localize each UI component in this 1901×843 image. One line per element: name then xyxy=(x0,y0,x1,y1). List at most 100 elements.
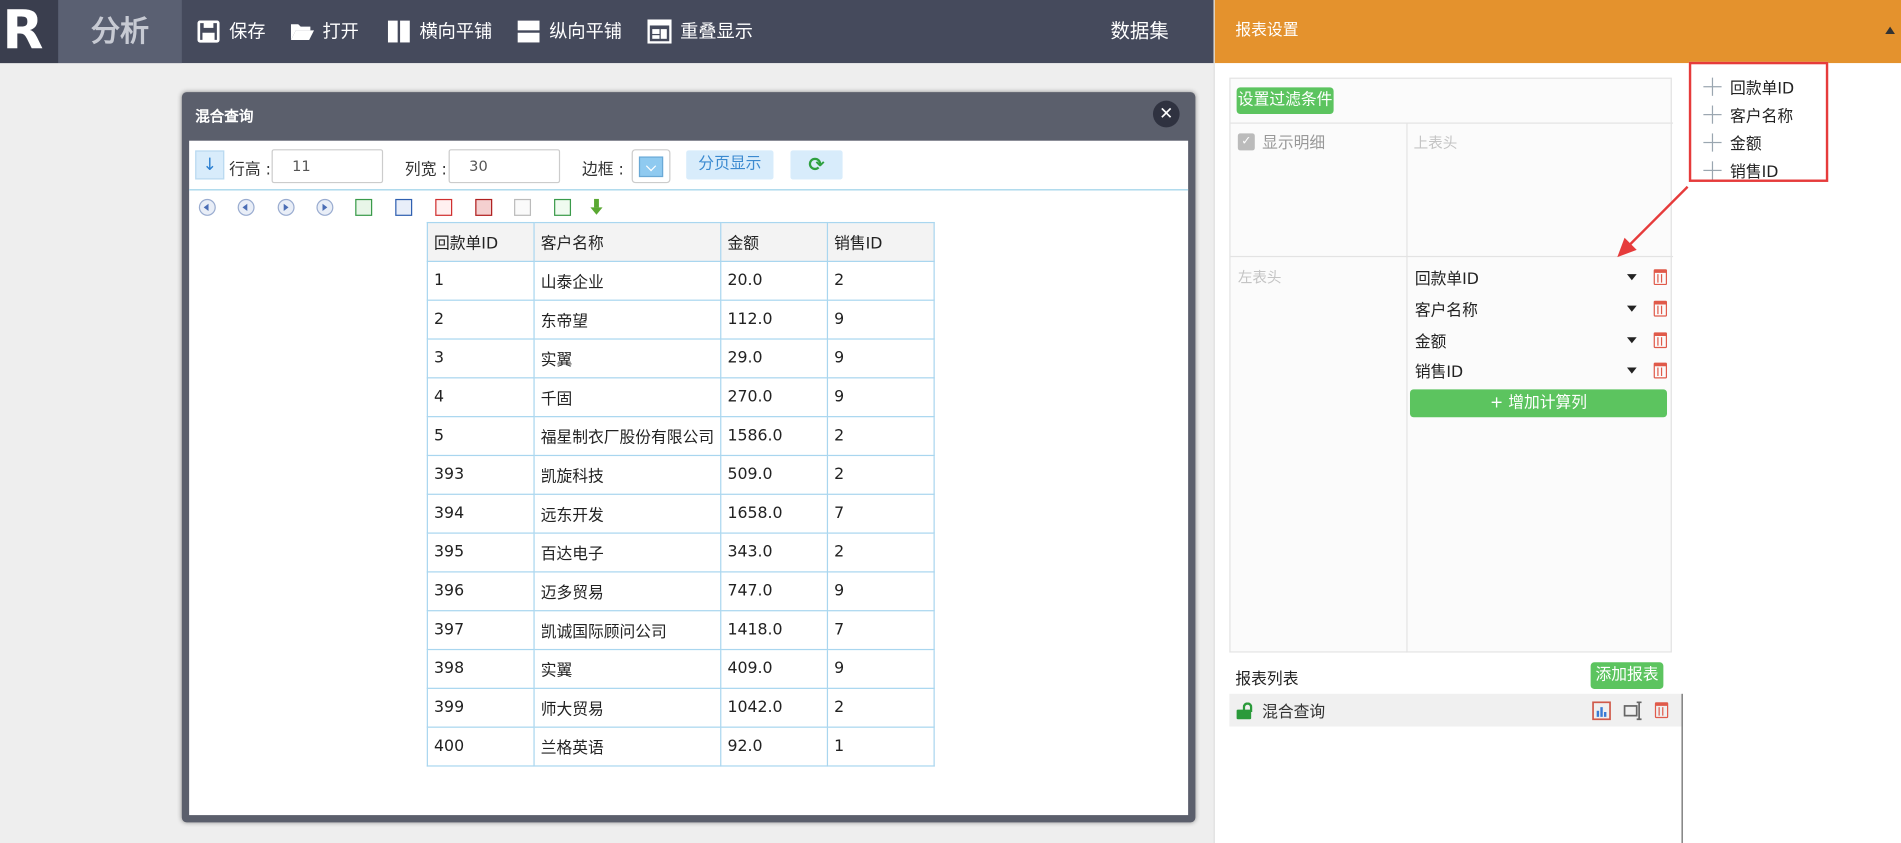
edit-icon[interactable] xyxy=(1623,700,1642,720)
column-header[interactable]: 金额 xyxy=(720,221,829,262)
table-row[interactable]: 396 迈多贸易 747.0 9 xyxy=(426,571,935,612)
show-detail-label: 显示明细 xyxy=(1262,134,1326,153)
dataset-tab[interactable]: 数据集 xyxy=(1111,0,1169,63)
column-header[interactable]: 回款单ID xyxy=(426,221,535,262)
table-row[interactable]: 400 兰格英语 92.0 1 xyxy=(426,726,935,767)
table-cell: 2 xyxy=(826,532,935,573)
table-row[interactable]: 399 师大贸易 1042.0 2 xyxy=(426,687,935,728)
pivot-config: 设置过滤条件 ✓ 显示明细 上表头 左表头 回款单ID 客户名称 金额 销售ID… xyxy=(1229,77,1674,653)
field-row[interactable]: 销售ID xyxy=(1412,354,1668,386)
table-cell: 2 xyxy=(826,416,935,457)
table-row[interactable]: 4 千固 270.0 9 xyxy=(426,377,935,418)
unlock-icon[interactable] xyxy=(1236,701,1254,719)
save-label: 保存 xyxy=(229,20,266,43)
col-width-label: 列宽 : xyxy=(404,161,447,180)
table-cell: 2 xyxy=(826,454,935,495)
filter-button[interactable]: 设置过滤条件 xyxy=(1236,87,1334,115)
prev-page-icon[interactable] xyxy=(237,198,255,216)
excel-export-icon[interactable] xyxy=(355,198,373,216)
table-row[interactable]: 3 实翼 29.0 9 xyxy=(426,338,935,379)
top-header-dropzone[interactable]: 上表头 xyxy=(1414,132,1458,153)
move-icon[interactable] xyxy=(1702,160,1723,181)
query-dialog: 混合查询 ✕ ↓ 行高 : 11 列宽 : 30 边框 : 分页显示 ⟳ 回款单… xyxy=(181,92,1196,823)
word-export-icon[interactable] xyxy=(395,198,413,216)
column-header[interactable]: 销售ID xyxy=(826,221,935,262)
table-row[interactable]: 397 凯诚国际顾问公司 1418.0 7 xyxy=(426,610,935,651)
first-page-icon[interactable] xyxy=(198,198,216,216)
table-cell: 1658.0 xyxy=(720,493,829,534)
caret-down-icon[interactable] xyxy=(1627,273,1637,280)
table-cell: 2 xyxy=(426,299,535,340)
table-cell: 9 xyxy=(826,377,935,418)
save-button[interactable]: 保存 xyxy=(196,0,266,63)
download-icon[interactable] xyxy=(588,198,605,216)
field-row[interactable]: 金额 xyxy=(1412,324,1668,356)
col-width-input[interactable]: 30 xyxy=(448,149,561,184)
last-page-icon[interactable] xyxy=(316,198,334,216)
table-cell: 400 xyxy=(426,726,535,767)
show-detail-checkbox[interactable]: ✓ 显示明细 xyxy=(1237,130,1326,153)
print-icon[interactable] xyxy=(475,198,493,216)
draggable-field[interactable]: 回款单ID xyxy=(1691,73,1826,101)
table-row[interactable]: 394 远东开发 1658.0 7 xyxy=(426,493,935,534)
dialog-body: ↓ 行高 : 11 列宽 : 30 边框 : 分页显示 ⟳ 回款单ID 客户名称… xyxy=(189,140,1189,816)
table-cell: 实翼 xyxy=(533,648,722,689)
divider xyxy=(1230,122,1674,124)
caret-down-icon[interactable] xyxy=(1627,336,1637,343)
report-list-item[interactable]: 混合查询 xyxy=(1229,693,1683,727)
draggable-field[interactable]: 金额 xyxy=(1691,129,1826,157)
app-root: R 分析 保存 打开 横向平铺 纵向平铺 重叠显示 数据集 混合查询 ✕ ↓ 行… xyxy=(0,0,1901,843)
table-cell: 9 xyxy=(826,338,935,379)
tile-horizontal-button[interactable]: 横向平铺 xyxy=(387,0,492,63)
table-cell: 兰格英语 xyxy=(533,726,722,767)
row-height-input[interactable]: 11 xyxy=(271,149,384,184)
table-cell: 1418.0 xyxy=(720,610,829,651)
sort-button[interactable]: ↓ xyxy=(195,150,225,180)
draggable-field[interactable]: 销售ID xyxy=(1691,156,1826,184)
chart-icon[interactable] xyxy=(1592,700,1611,720)
pdf-export-icon[interactable] xyxy=(435,198,453,216)
refresh-button[interactable]: ⟳ xyxy=(790,150,843,180)
field-list-highlight: 回款单ID 客户名称 金额 销售ID xyxy=(1688,61,1829,184)
left-header-dropzone[interactable]: 左表头 xyxy=(1238,267,1282,288)
table-row[interactable]: 393 凯旋科技 509.0 2 xyxy=(426,454,935,495)
table-cell: 4 xyxy=(426,377,535,418)
tile-vertical-button[interactable]: 纵向平铺 xyxy=(516,0,622,63)
table-row[interactable]: 398 实翼 409.0 9 xyxy=(426,648,935,689)
page-display-button[interactable]: 分页显示 xyxy=(686,150,774,180)
field-row[interactable]: 客户名称 xyxy=(1412,292,1668,324)
divider xyxy=(1681,693,1683,843)
trash-icon[interactable] xyxy=(1654,702,1669,719)
close-icon: ✕ xyxy=(1159,104,1174,124)
column-header[interactable]: 客户名称 xyxy=(533,221,722,262)
collapse-icon[interactable] xyxy=(1885,26,1895,34)
next-page-icon[interactable] xyxy=(277,198,295,216)
tile-horizontal-icon xyxy=(387,20,410,43)
open-button[interactable]: 打开 xyxy=(290,0,359,63)
trash-icon[interactable] xyxy=(1653,331,1668,348)
caret-down-icon[interactable] xyxy=(1627,305,1637,312)
table-cell: 396 xyxy=(426,571,535,612)
trash-icon[interactable] xyxy=(1653,362,1668,378)
table-row[interactable]: 395 百达电子 343.0 2 xyxy=(426,532,935,573)
table-cell: 1 xyxy=(426,260,535,301)
trash-icon[interactable] xyxy=(1653,268,1668,285)
table-row[interactable]: 2 东帝望 112.0 9 xyxy=(426,299,935,340)
close-button[interactable]: ✕ xyxy=(1152,100,1180,128)
move-icon[interactable] xyxy=(1702,76,1723,97)
border-select[interactable] xyxy=(631,149,671,184)
table-row[interactable]: 1 山泰企业 20.0 2 xyxy=(426,260,935,301)
csv-export-icon[interactable] xyxy=(554,198,572,216)
save-icon xyxy=(197,20,220,43)
trash-icon[interactable] xyxy=(1653,300,1668,316)
add-report-button[interactable]: 添加报表 xyxy=(1590,662,1664,689)
text-export-icon[interactable] xyxy=(514,198,532,216)
draggable-field[interactable]: 客户名称 xyxy=(1691,101,1826,129)
move-icon[interactable] xyxy=(1702,104,1723,125)
table-row[interactable]: 5 福星制衣厂股份有限公司 1586.0 2 xyxy=(426,416,935,457)
caret-down-icon[interactable] xyxy=(1627,366,1637,373)
add-calc-column-button[interactable]: + 增加计算列 xyxy=(1409,389,1668,418)
overlay-button[interactable]: 重叠显示 xyxy=(647,0,753,63)
move-icon[interactable] xyxy=(1702,132,1723,153)
table-cell: 实翼 xyxy=(533,338,722,379)
